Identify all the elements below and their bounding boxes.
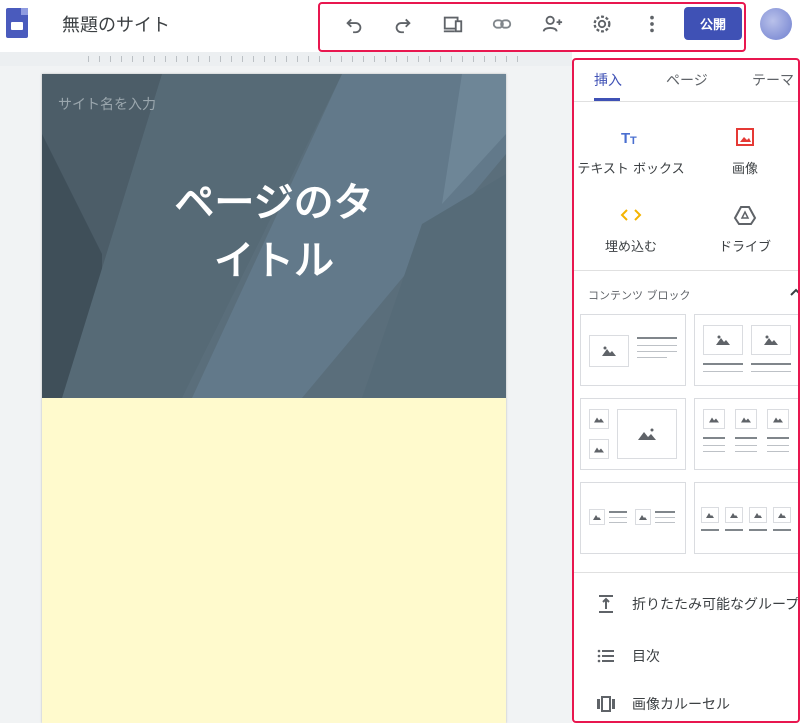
table-of-contents-label: 目次 (632, 649, 660, 665)
insert-embed[interactable]: 埋め込む (574, 204, 688, 255)
collapsible-group-icon (599, 595, 613, 613)
insert-image-label: 画像 (731, 162, 758, 177)
page-title[interactable]: ページのタ イトル (42, 174, 506, 290)
ruler-ticks (88, 56, 528, 62)
image-placeholder-icon (767, 409, 789, 429)
insert-image-carousel[interactable]: 画像カルーセル (596, 694, 796, 716)
insert-collapsible-group[interactable]: 折りたたみ可能なグループ (596, 594, 800, 616)
table-of-contents-icon (597, 649, 614, 663)
image-placeholder-icon (773, 507, 791, 523)
insert-image[interactable]: 画像 (688, 126, 798, 177)
content-block-two-images[interactable] (694, 314, 798, 386)
link-icon[interactable] (490, 12, 514, 36)
image-placeholder-icon (701, 507, 719, 523)
drive-icon (733, 206, 757, 225)
image-placeholder-icon (749, 507, 767, 523)
image-placeholder-icon (751, 325, 791, 355)
svg-text:T: T (621, 130, 630, 147)
preview-icon[interactable] (441, 12, 465, 36)
content-block-image-gallery[interactable] (580, 398, 686, 470)
content-block-four-images[interactable] (694, 482, 798, 554)
insert-embed-label: 埋め込む (604, 240, 657, 255)
content-block-three-images[interactable] (694, 398, 798, 470)
insert-text-box[interactable]: TT テキスト ボックス (574, 126, 688, 177)
insert-drive[interactable]: ドライブ (688, 204, 798, 255)
page-header[interactable]: サイト名を入力 ページのタ イトル (42, 74, 506, 398)
undo-icon[interactable] (342, 12, 366, 36)
active-tab-indicator (594, 98, 620, 101)
top-bar: 無題のサイト 公開 (0, 0, 800, 52)
image-carousel-label: 画像カルーセル (632, 697, 730, 713)
svg-text:T: T (630, 135, 637, 147)
site-page[interactable]: サイト名を入力 ページのタ イトル (42, 74, 506, 723)
panel-tabs: 挿入 ページ テーマ (574, 60, 798, 102)
content-blocks-heading: コンテンツ ブロック (588, 289, 691, 302)
image-placeholder-icon (725, 507, 743, 523)
embed-icon (620, 209, 642, 221)
toolbar-highlight (318, 2, 746, 52)
tab-insert[interactable]: 挿入 (594, 70, 622, 90)
avatar[interactable] (760, 8, 792, 40)
tab-pages[interactable]: ページ (666, 70, 708, 90)
image-placeholder-icon (589, 439, 609, 459)
image-placeholder-icon (589, 335, 629, 367)
chevron-up-icon[interactable] (788, 284, 800, 300)
image-placeholder-icon (635, 509, 651, 525)
divider (574, 270, 798, 271)
image-placeholder-icon (703, 409, 725, 429)
share-icon[interactable] (540, 12, 564, 36)
ruler (0, 52, 572, 66)
insert-drive-label: ドライブ (718, 240, 771, 255)
page-title-line-1: ページのタ (174, 180, 374, 226)
insert-text-box-label: テキスト ボックス (577, 162, 685, 177)
insert-panel: 挿入 ページ テーマ TT テキスト ボックス 画像 埋め込む ドライブ コンテ… (572, 58, 800, 723)
tab-themes[interactable]: テーマ (752, 70, 794, 90)
image-placeholder-icon (735, 409, 757, 429)
site-name-input[interactable]: サイト名を入力 (58, 94, 156, 114)
google-sites-logo-icon[interactable] (6, 8, 28, 38)
insert-table-of-contents[interactable]: 目次 (596, 646, 796, 668)
collapsible-group-label: 折りたたみ可能なグループ (632, 597, 800, 613)
divider (574, 572, 798, 573)
publish-button[interactable]: 公開 (684, 7, 742, 40)
image-icon (736, 128, 754, 146)
image-placeholder-icon (589, 509, 605, 525)
settings-icon[interactable] (590, 12, 614, 36)
site-title[interactable]: 無題のサイト (62, 11, 170, 37)
image-placeholder-icon (703, 325, 743, 355)
redo-icon[interactable] (391, 12, 415, 36)
image-carousel-icon (597, 696, 615, 712)
content-block-image-text[interactable] (580, 314, 686, 386)
image-placeholder-icon (589, 409, 609, 429)
text-box-icon: TT (621, 130, 637, 147)
more-icon[interactable] (640, 12, 664, 36)
content-block-image-text-pairs[interactable] (580, 482, 686, 554)
image-placeholder-icon (617, 409, 677, 459)
page-title-line-2: イトル (214, 238, 334, 284)
